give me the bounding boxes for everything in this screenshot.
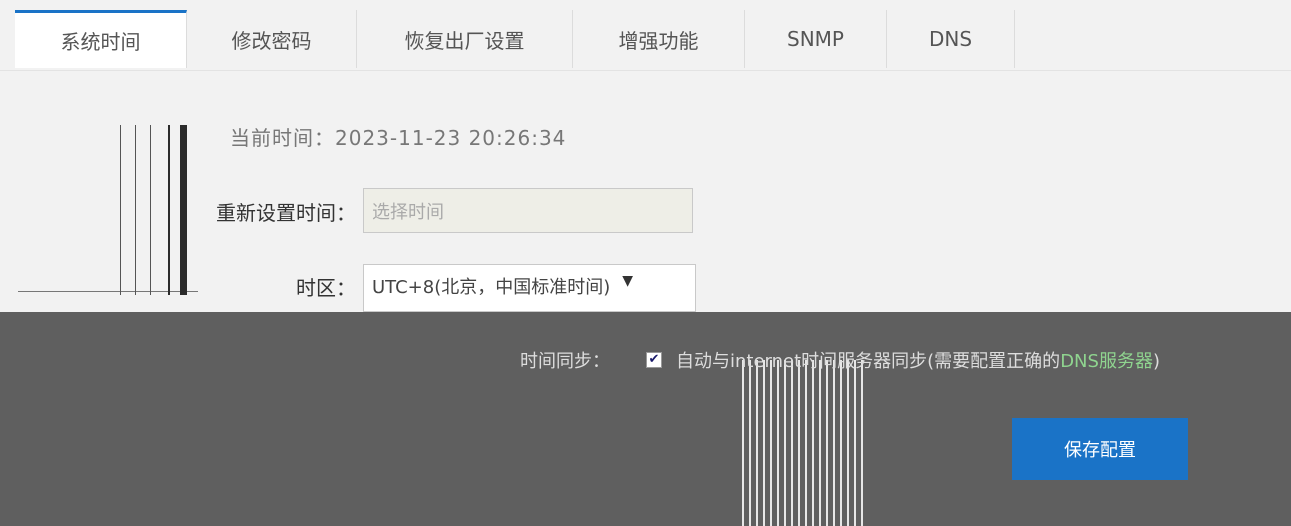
- tab-label: 增强功能: [618, 28, 699, 53]
- sync-text-after: ): [1152, 351, 1160, 372]
- timezone-select[interactable]: UTC+8(北京，中国标准时间) ▼: [363, 264, 696, 312]
- sync-description: 自动与internet时间服务器同步(需要配置正确的DNS服务器): [676, 347, 1160, 373]
- tab-bar: 系统时间 修改密码 恢复出厂设置 增强功能 SNMP DNS: [0, 0, 1291, 71]
- reset-time-row: 重新设置时间：: [190, 197, 356, 226]
- tab-factory-reset[interactable]: 恢复出厂设置: [357, 10, 573, 68]
- reset-time-label: 重新设置时间：: [216, 201, 356, 225]
- divider: [120, 125, 121, 295]
- tab-system-time[interactable]: 系统时间: [15, 10, 187, 68]
- time-input[interactable]: 选择时间: [363, 188, 693, 233]
- divider: [135, 125, 136, 295]
- tab-label: 修改密码: [231, 28, 312, 53]
- dns-server-link[interactable]: DNS服务器: [1060, 351, 1153, 372]
- sync-label: 时间同步：: [520, 351, 610, 372]
- current-time: 当前时间：2023-11-23 20:26:34: [230, 126, 567, 150]
- time-input-placeholder: 选择时间: [372, 201, 444, 223]
- tab-snmp[interactable]: SNMP: [745, 10, 887, 68]
- divider: [180, 125, 187, 295]
- tab-dns[interactable]: DNS: [887, 10, 1015, 68]
- decorative-stripes: [742, 360, 864, 526]
- save-button[interactable]: 保存配置: [1012, 418, 1188, 480]
- timezone-label: 时区：: [296, 276, 356, 300]
- tab-label: SNMP: [787, 27, 844, 51]
- background-block: [0, 378, 745, 526]
- sync-text: 自动与internet时间服务器同步(需要配置正确的: [676, 351, 1061, 372]
- tab-change-password[interactable]: 修改密码: [187, 10, 357, 68]
- tab-label: 系统时间: [60, 30, 141, 54]
- divider: [18, 291, 198, 292]
- tab-enhanced[interactable]: 增强功能: [573, 10, 745, 68]
- sync-checkbox[interactable]: ✔: [646, 352, 662, 368]
- tab-label: 恢复出厂设置: [404, 28, 525, 53]
- divider: [150, 125, 151, 295]
- timezone-value: UTC+8(北京，中国标准时间): [372, 277, 611, 298]
- tab-label: DNS: [928, 27, 973, 51]
- timezone-row: 时区：: [190, 272, 356, 301]
- dropdown-arrow-icon: ▼: [622, 273, 634, 289]
- divider: [168, 125, 170, 295]
